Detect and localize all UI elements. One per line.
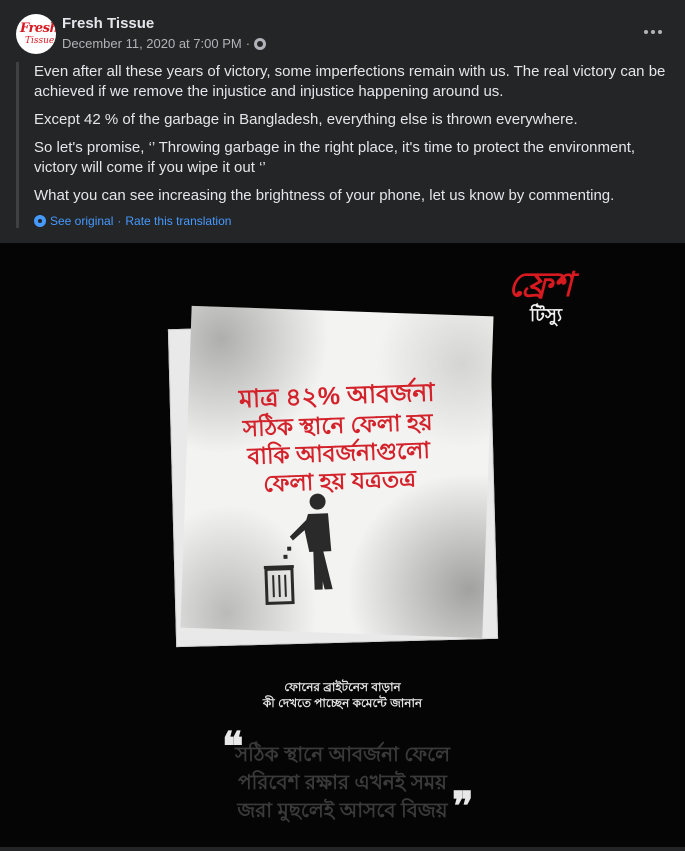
post-paragraph: So let's promise, ‘’ Throwing garbage in… — [34, 139, 636, 176]
translation-separator: · — [117, 214, 122, 228]
brand-logo-sub: টিস্যু — [530, 305, 563, 325]
quote-open-icon: ❝ — [222, 723, 244, 770]
quote-line: সঠিক স্থানে আবর্জনা ফেলে — [234, 744, 451, 766]
post-text: Even after all these years of victory, s… — [16, 62, 669, 228]
quote-line: জরা মুছলেই আসবে বিজয় — [237, 800, 448, 822]
quote-line: পরিবেশ রক্ষার এখনই সময় — [238, 772, 447, 794]
trash-person-icon — [263, 493, 333, 605]
post-image[interactable]: ফ্রেশ টিস্যু মাত্র ৪২% আবর্জনা সঠিক স্থা… — [0, 243, 685, 847]
post-paragraph: Except 42 % of the garbage in Bangladesh… — [34, 111, 578, 128]
translate-gear-icon — [34, 215, 46, 227]
post-timestamp[interactable]: December 11, 2020 at 7:00 PM — [62, 36, 242, 51]
caption-line: ফোনের ব্রাইটনেস বাড়ান — [284, 680, 401, 694]
see-original-link[interactable]: See original — [50, 214, 113, 228]
post-card: Fresh Tissue Fresh Tissue December 11, 2… — [0, 0, 685, 851]
caption-line: কী দেখতে পাচ্ছেন কমেন্টে জানান — [262, 696, 423, 710]
avatar-brand-tissue: Tissue — [25, 36, 55, 46]
napkin: মাত্র ৪২% আবর্জনা সঠিক স্থানে ফেলা হয় ব… — [180, 305, 494, 639]
image-quote: ❝ সঠিক স্থানে আবর্জনা ফেলে পরিবেশ রক্ষার… — [0, 727, 685, 830]
post-paragraph: What you can see increasing the brightne… — [34, 187, 615, 204]
avatar-brand-fresh: Fresh — [20, 21, 56, 36]
napkin-message: মাত্র ৪২% আবর্জনা সঠিক স্থানে ফেলা হয় ব… — [201, 376, 475, 499]
image-caption: ফোনের ব্রাইটনেস বাড়ান কী দেখতে পাচ্ছেন … — [0, 679, 685, 711]
meta-separator: · — [245, 36, 251, 51]
post-paragraph: Even after all these years of victory, s… — [34, 63, 666, 100]
translation-bar: See original · Rate this translation — [34, 214, 669, 228]
more-options-icon[interactable] — [637, 20, 669, 44]
page-name-link[interactable]: Fresh Tissue — [62, 15, 154, 32]
globe-icon — [254, 37, 267, 50]
post-header: Fresh Tissue Fresh Tissue December 11, 2… — [16, 12, 669, 56]
post-meta: December 11, 2020 at 7:00 PM · — [62, 36, 267, 51]
quote-close-icon: ❞ — [452, 783, 474, 830]
rate-translation-link[interactable]: Rate this translation — [125, 214, 231, 228]
page-avatar[interactable]: Fresh Tissue — [16, 14, 56, 54]
